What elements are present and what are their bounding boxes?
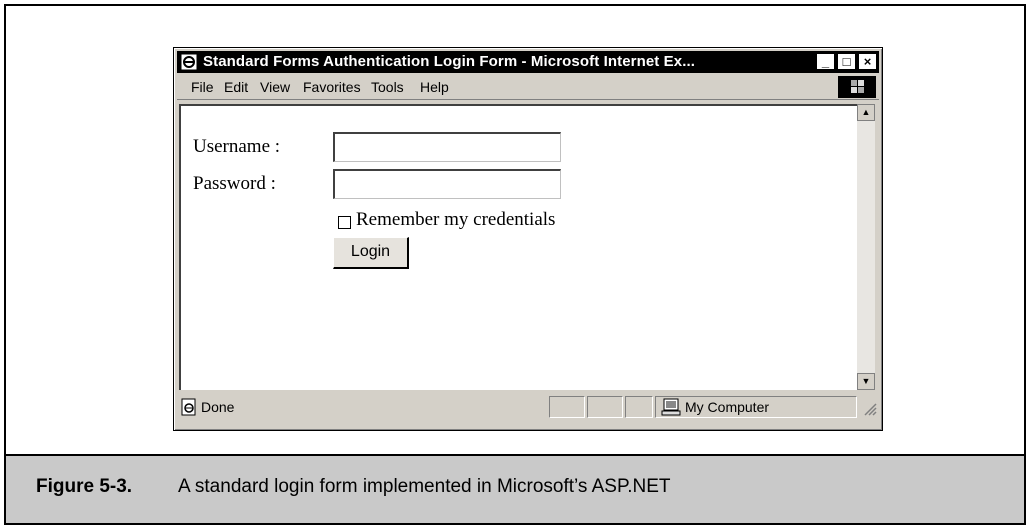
status-text: Done bbox=[201, 399, 235, 415]
menu-bar: File Edit View Favorites Tools Help bbox=[177, 75, 879, 100]
maximize-button[interactable]: □ bbox=[837, 53, 856, 70]
status-pane bbox=[549, 396, 585, 418]
status-bar: Done My Computer bbox=[177, 394, 879, 420]
figure-label: Figure 5-3. bbox=[36, 476, 133, 497]
caption-text: A standard login form implemented in Mic… bbox=[178, 476, 671, 497]
username-label: Username : bbox=[193, 136, 281, 157]
vertical-scrollbar[interactable]: ▲ ▼ bbox=[857, 104, 875, 390]
username-input[interactable] bbox=[333, 132, 561, 162]
page-content: Username : Password : Remember my creden… bbox=[179, 104, 857, 390]
my-computer-icon bbox=[661, 398, 681, 416]
window-title: Standard Forms Authentication Login Form… bbox=[203, 53, 695, 70]
remember-checkbox[interactable] bbox=[338, 216, 351, 229]
figure-caption: Figure 5-3. A standard login form implem… bbox=[6, 456, 1024, 523]
browser-window: Standard Forms Authentication Login Form… bbox=[173, 47, 883, 431]
resize-grip-icon[interactable] bbox=[863, 402, 877, 416]
done-page-icon bbox=[181, 398, 196, 416]
password-label: Password : bbox=[193, 173, 276, 194]
title-bar[interactable]: Standard Forms Authentication Login Form… bbox=[177, 51, 879, 73]
menu-tools[interactable]: Tools bbox=[371, 79, 404, 95]
login-button[interactable]: Login bbox=[333, 237, 409, 269]
ie-icon bbox=[180, 53, 198, 71]
close-button[interactable]: × bbox=[858, 53, 877, 70]
menu-view[interactable]: View bbox=[260, 79, 290, 95]
menu-favorites[interactable]: Favorites bbox=[303, 79, 361, 95]
minimize-button[interactable]: _ bbox=[816, 53, 835, 70]
remember-label: Remember my credentials bbox=[356, 209, 556, 230]
status-pane bbox=[625, 396, 653, 418]
scroll-up-button[interactable]: ▲ bbox=[857, 104, 875, 121]
scroll-down-button[interactable]: ▼ bbox=[857, 373, 875, 390]
menu-file[interactable]: File bbox=[191, 79, 214, 95]
menu-edit[interactable]: Edit bbox=[224, 79, 248, 95]
zone-text: My Computer bbox=[685, 399, 770, 415]
password-input[interactable] bbox=[333, 169, 561, 199]
menu-help[interactable]: Help bbox=[420, 79, 449, 95]
status-pane bbox=[587, 396, 623, 418]
figure-frame: Standard Forms Authentication Login Form… bbox=[4, 4, 1026, 525]
windows-logo-icon bbox=[838, 76, 876, 98]
